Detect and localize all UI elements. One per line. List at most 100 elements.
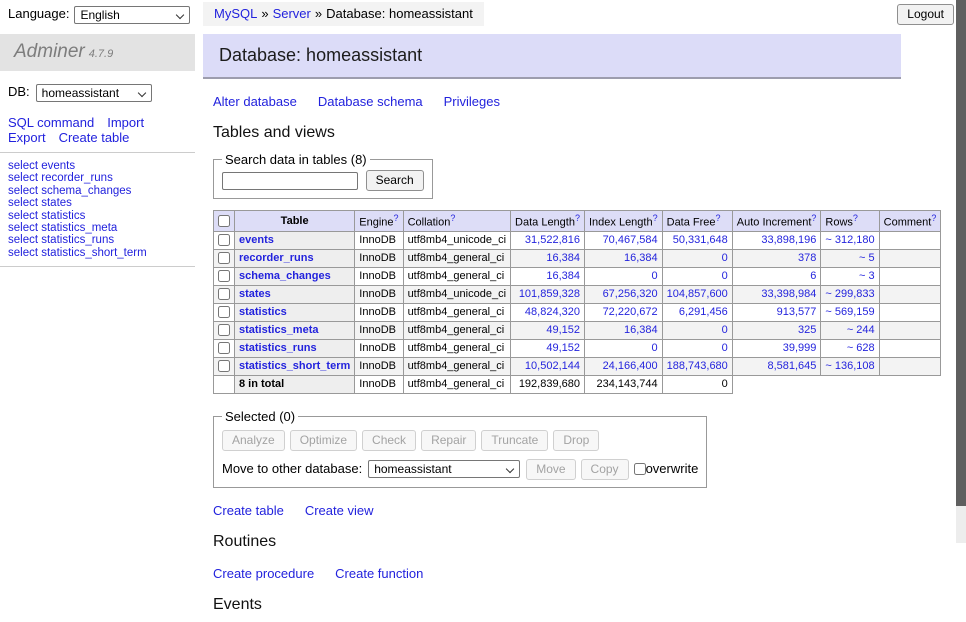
cell-collation: utf8mb4_general_ci [403, 303, 510, 321]
cell-auto_increment: 33,398,984 [732, 285, 821, 303]
chevron-down-icon [506, 465, 514, 473]
rows-estimate-link[interactable]: ~ 569,159 [825, 306, 874, 318]
drop-button[interactable]: Drop [553, 430, 599, 451]
row-checkbox[interactable] [218, 234, 230, 246]
row-checkbox[interactable] [218, 324, 230, 336]
copy-button[interactable]: Copy [581, 459, 629, 480]
sidebar-select-link[interactable]: select events [8, 160, 195, 172]
total-empty-cell [732, 375, 941, 393]
database-schema-link[interactable]: Database schema [318, 94, 423, 109]
sidebar-select-link[interactable]: select states [8, 197, 195, 209]
cell-collation: utf8mb4_unicode_ci [403, 231, 510, 249]
sidebar-import-link[interactable]: Import [107, 115, 144, 130]
breadcrumb-mysql-link[interactable]: MySQL [214, 6, 257, 21]
privileges-link[interactable]: Privileges [444, 94, 500, 109]
row-checkbox[interactable] [218, 288, 230, 300]
table-name-cell: statistics_runs [235, 339, 355, 357]
column-header-rows: Rows? [821, 211, 879, 232]
table-name-link[interactable]: statistics_meta [239, 324, 319, 336]
search-button[interactable]: Search [366, 170, 424, 191]
move-row: Move to other database: homeassistant Move… [222, 459, 698, 480]
help-icon[interactable]: ? [450, 213, 455, 223]
logout-button[interactable]: Logout [897, 4, 954, 25]
table-name-cell: statistics_short_term [235, 357, 355, 375]
cell-engine: InnoDB [355, 231, 403, 249]
cell-collation: utf8mb4_general_ci [403, 339, 510, 357]
scrollbar[interactable] [956, 0, 966, 543]
sidebar-select-link[interactable]: select statistics_meta [8, 222, 195, 234]
help-icon[interactable]: ? [394, 213, 399, 223]
db-select[interactable]: homeassistant [36, 84, 152, 102]
table-name-link[interactable]: schema_changes [239, 270, 331, 282]
check-button[interactable]: Check [362, 430, 416, 451]
cell-rows: ~ 299,833 [821, 285, 879, 303]
cell-index_length: 72,220,672 [584, 303, 662, 321]
row-checkbox[interactable] [218, 306, 230, 318]
search-input[interactable] [222, 172, 358, 190]
app-logo: Adminer4.7.9 [0, 34, 195, 71]
selected-fieldset: Selected (0) AnalyzeOptimizeCheckRepairT… [213, 409, 707, 488]
alter-database-link[interactable]: Alter database [213, 94, 297, 109]
row-checkbox[interactable] [218, 252, 230, 264]
breadcrumb-server-link[interactable]: Server [273, 6, 311, 21]
row-checkbox[interactable] [218, 360, 230, 372]
overwrite-checkbox[interactable] [634, 463, 646, 475]
rows-estimate-link[interactable]: ~ 136,108 [825, 360, 874, 372]
language-select[interactable]: English [74, 6, 190, 24]
rows-estimate-link[interactable]: ~ 628 [847, 342, 875, 354]
rows-estimate-link[interactable]: ~ 244 [847, 324, 875, 336]
row-checkbox[interactable] [218, 342, 230, 354]
table-name-link[interactable]: recorder_runs [239, 252, 314, 264]
create-function-link[interactable]: Create function [335, 566, 423, 581]
help-icon[interactable]: ? [931, 213, 936, 223]
table-name-link[interactable]: statistics_short_term [239, 360, 350, 372]
table-name-link[interactable]: statistics [239, 306, 287, 318]
rows-estimate-link[interactable]: ~ 299,833 [825, 288, 874, 300]
sidebar-select-link[interactable]: select recorder_runs [8, 172, 195, 184]
scrollbar-thumb[interactable] [956, 0, 966, 506]
rows-estimate-link[interactable]: ~ 5 [859, 252, 875, 264]
truncate-button[interactable]: Truncate [481, 430, 548, 451]
total-engine: InnoDB [355, 375, 403, 393]
sidebar-create-table-link[interactable]: Create table [59, 130, 130, 145]
create-table-link[interactable]: Create table [213, 503, 284, 518]
row-checkbox[interactable] [218, 270, 230, 282]
move-database-select[interactable]: homeassistant [368, 460, 520, 478]
sidebar-select-link[interactable]: select statistics [8, 210, 195, 222]
total-label: 8 in total [235, 375, 355, 393]
create-procedure-link[interactable]: Create procedure [213, 566, 314, 581]
cell-data_free: 0 [662, 249, 732, 267]
cell-auto_increment: 8,581,645 [732, 357, 821, 375]
help-icon[interactable]: ? [575, 213, 580, 223]
cell-comment [879, 303, 941, 321]
sidebar-actions: SQL command Import Export Create table [8, 115, 187, 145]
analyze-button[interactable]: Analyze [222, 430, 285, 451]
table-name-link[interactable]: states [239, 288, 271, 300]
rows-estimate-link[interactable]: ~ 312,180 [825, 234, 874, 246]
help-icon[interactable]: ? [853, 213, 858, 223]
column-header-table: Table [235, 211, 355, 232]
move-button[interactable]: Move [526, 459, 575, 480]
table-name-cell: events [235, 231, 355, 249]
tables-section-title: Tables and views [213, 124, 901, 142]
sidebar-export-link[interactable]: Export [8, 130, 46, 145]
table-name-cell: statistics [235, 303, 355, 321]
select-all-checkbox[interactable] [218, 215, 230, 227]
create-view-link[interactable]: Create view [305, 503, 374, 518]
repair-button[interactable]: Repair [421, 430, 476, 451]
optimize-button[interactable]: Optimize [290, 430, 357, 451]
cell-comment [879, 285, 941, 303]
move-label: Move to other database: [222, 461, 362, 476]
table-name-link[interactable]: events [239, 234, 274, 246]
table-name-link[interactable]: statistics_runs [239, 342, 317, 354]
help-icon[interactable]: ? [653, 213, 658, 223]
sidebar-select-link[interactable]: select schema_changes [8, 185, 195, 197]
cell-auto_increment: 33,898,196 [732, 231, 821, 249]
sidebar-sql-command-link[interactable]: SQL command [8, 115, 94, 130]
help-icon[interactable]: ? [811, 213, 816, 223]
sidebar-select-link[interactable]: select statistics_short_term [8, 247, 195, 259]
rows-estimate-link[interactable]: ~ 3 [859, 270, 875, 282]
table-name-cell: states [235, 285, 355, 303]
help-icon[interactable]: ? [716, 213, 721, 223]
sidebar-select-link[interactable]: select statistics_runs [8, 234, 195, 246]
